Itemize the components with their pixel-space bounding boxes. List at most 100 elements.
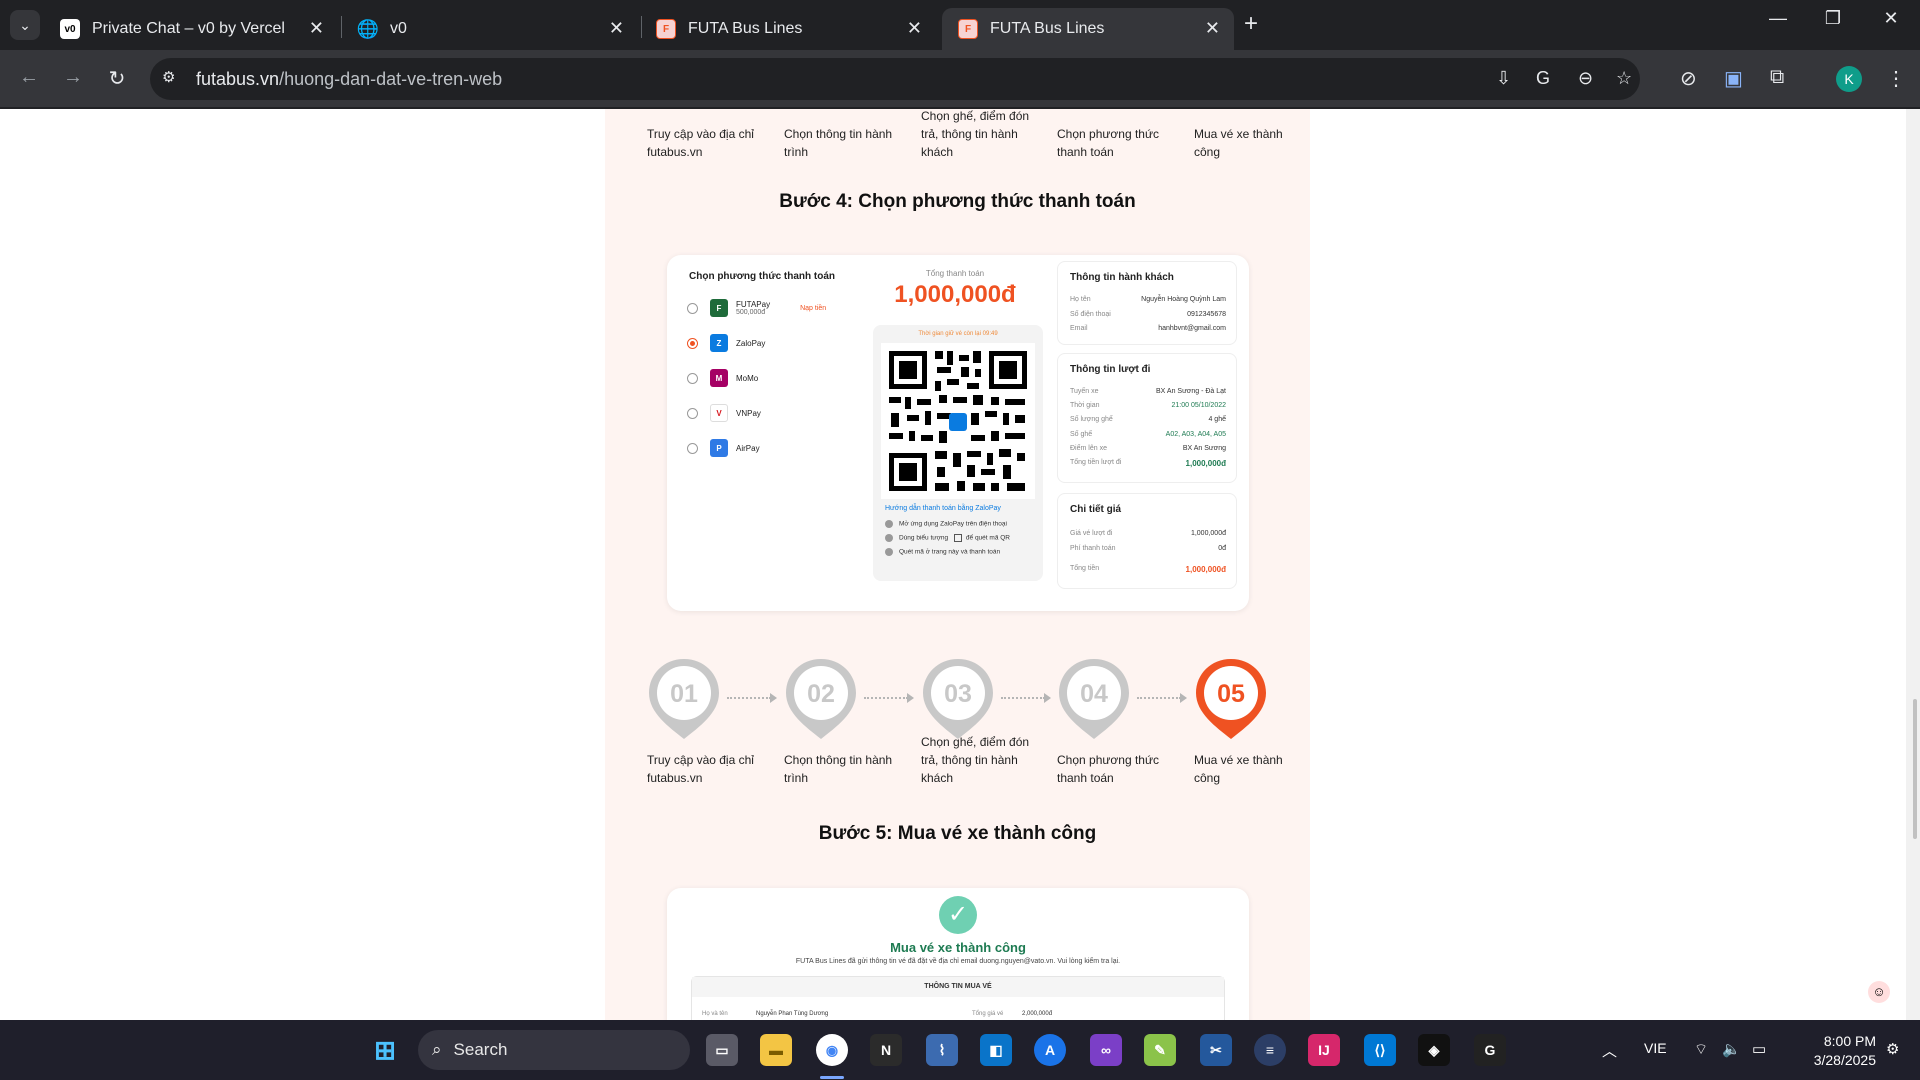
tab-futa-1[interactable]: F FUTA Bus Lines ✕: [640, 8, 936, 50]
info-row: Tổng tiền 1,000,000đ: [1070, 565, 1226, 574]
tab-futa-active[interactable]: F FUTA Bus Lines ✕: [942, 8, 1234, 50]
box-title: Thông tin hành khách: [1070, 272, 1174, 283]
profile-avatar[interactable]: K: [1836, 66, 1862, 92]
language-indicator[interactable]: VIE: [1644, 1040, 1667, 1056]
page-scrollbar[interactable]: [1906, 109, 1920, 1020]
compass-extension-icon[interactable]: ⊘: [1680, 66, 1697, 91]
row-key: Tổng giá vé: [972, 1011, 1004, 1017]
futa-icon: F: [958, 19, 978, 39]
step-label: Mua vé xe thành công: [1194, 753, 1283, 785]
file-explorer-icon[interactable]: ▬: [760, 1034, 792, 1066]
chrome-icon[interactable]: ◉: [816, 1034, 848, 1066]
extensions-icon[interactable]: ⧉: [1770, 66, 1784, 89]
tab-v0[interactable]: 🌐 v0 ✕: [342, 8, 638, 50]
step-label: Truy cập vào địa chỉ futabus.vn: [647, 127, 754, 159]
success-message: FUTA Bus Lines đã gửi thông tin vé đã đặ…: [795, 958, 1121, 965]
step-label: Chọn thông tin hành trình: [784, 753, 893, 785]
show-hidden-icons[interactable]: ︿: [1602, 1040, 1617, 1061]
tab-private-chat[interactable]: v0 Private Chat – v0 by Vercel ✕: [44, 8, 338, 50]
step-label: Truy cập vào địa chỉ futabus.vn: [647, 753, 754, 785]
zalopay-icon: Z: [710, 334, 728, 352]
zoom-icon[interactable]: ⊖: [1578, 68, 1593, 89]
step-pin-04: 04: [1059, 659, 1129, 739]
install-app-icon[interactable]: ⇩: [1496, 68, 1511, 89]
unity-icon[interactable]: ◈: [1418, 1034, 1450, 1066]
eclipse-icon[interactable]: ≡: [1254, 1034, 1286, 1066]
app-store-icon[interactable]: A: [1034, 1034, 1066, 1066]
back-button[interactable]: ←: [14, 66, 44, 89]
translate-icon[interactable]: G: [1536, 68, 1550, 89]
bookmark-star-icon[interactable]: ☆: [1616, 68, 1632, 89]
reload-button[interactable]: ↻: [102, 66, 132, 91]
tab-title: FUTA Bus Lines: [990, 20, 1105, 37]
close-icon[interactable]: ✕: [609, 18, 624, 39]
payment-balance: 500,000đ: [736, 309, 766, 316]
site-info-icon[interactable]: ⚙: [162, 68, 184, 90]
translate-extension-icon[interactable]: ▣: [1724, 66, 1743, 91]
payment-option-vnpay[interactable]: V VNPay: [687, 402, 761, 424]
row-value: 2,000,000đ: [1022, 1011, 1053, 1017]
windows-taskbar: ⊞ ⌕ Search ▭ ▬ ◉ N ⌇ ◧ A ∞ ✎ ✂ ≡ IJ ⟨⟩ ◈…: [0, 1020, 1920, 1080]
payment-option-momo[interactable]: M MoMo: [687, 367, 758, 389]
info-row: Số điện thoại 0912345678: [1070, 311, 1226, 318]
windows-start-icon[interactable]: ⊞: [369, 1034, 401, 1066]
page-viewport: Truy cập vào địa chỉ futabus.vn Chọn thô…: [0, 109, 1920, 1020]
address-bar[interactable]: ⚙ futabus.vn/huong-dan-dat-ve-tren-web ⇩…: [150, 58, 1640, 100]
radio[interactable]: [687, 372, 698, 384]
step4-heading: Bước 4: Chọn phương thức thanh toán: [779, 191, 1136, 212]
wifi-icon[interactable]: ⌔: [1694, 1040, 1708, 1059]
intellij-icon[interactable]: IJ: [1308, 1034, 1340, 1066]
radio[interactable]: [687, 302, 698, 314]
close-icon[interactable]: ✕: [309, 18, 324, 39]
v0-icon: v0: [60, 19, 80, 39]
url-host: futabus.vn: [196, 69, 280, 89]
step-pin-05-active: 05: [1196, 659, 1266, 739]
task-view-icon[interactable]: ▭: [706, 1034, 738, 1066]
notion-icon[interactable]: N: [870, 1034, 902, 1066]
window-close-button[interactable]: ✕: [1871, 8, 1911, 29]
taskbar-search[interactable]: ⌕ Search: [418, 1030, 690, 1070]
close-icon[interactable]: ✕: [1205, 18, 1220, 39]
airpay-icon: P: [710, 439, 728, 457]
logitech-icon[interactable]: G: [1474, 1034, 1506, 1066]
step-connector: [1001, 697, 1045, 699]
vscode-icon[interactable]: ⟨⟩: [1364, 1034, 1396, 1066]
restore-button[interactable]: ❐: [1813, 8, 1853, 29]
visual-studio-icon[interactable]: ∞: [1090, 1034, 1122, 1066]
tab-title: v0: [390, 20, 407, 37]
new-tab-button[interactable]: +: [1244, 10, 1258, 38]
battery-icon[interactable]: ▭: [1752, 1040, 1766, 1058]
forward-button[interactable]: →: [58, 66, 88, 89]
volume-icon[interactable]: 🔈: [1722, 1040, 1741, 1058]
chat-widget-icon[interactable]: ☺: [1868, 981, 1890, 1003]
radio-selected[interactable]: [687, 337, 698, 349]
time: 8:00 PM: [1823, 1033, 1876, 1049]
payment-option-zalopay[interactable]: Z ZaloPay: [687, 332, 765, 354]
step-label: Chọn ghế, điểm đón trả, thông tin hành k…: [921, 735, 1030, 785]
radio[interactable]: [687, 407, 698, 419]
paint-app-icon[interactable]: ✎: [1144, 1034, 1176, 1066]
arrow-icon: [1180, 693, 1187, 703]
arrow-icon: [1044, 693, 1051, 703]
url-text[interactable]: futabus.vn/huong-dan-dat-ve-tren-web: [196, 69, 502, 90]
payment-option-futapay[interactable]: F FUTAPay 500,000đ Nạp tiền: [687, 297, 826, 319]
info-row: Tổng tiền lượt đi 1,000,000đ: [1070, 459, 1226, 468]
scroll-thumb[interactable]: [1913, 699, 1917, 839]
table-title: THÔNG TIN MUA VÉ: [692, 977, 1224, 997]
remote-desktop-icon[interactable]: ◧: [980, 1034, 1012, 1066]
monitor-app-icon[interactable]: ⌇: [926, 1034, 958, 1066]
notification-icon[interactable]: ⚙: [1886, 1040, 1899, 1058]
tab-search-button[interactable]: ⌄: [10, 10, 40, 40]
clock[interactable]: 8:00 PM 3/28/2025: [1796, 1032, 1876, 1070]
close-icon[interactable]: ✕: [907, 18, 922, 39]
payment-option-airpay[interactable]: P AirPay: [687, 437, 760, 459]
passenger-info-box: Thông tin hành khách Họ tên Nguyễn Hoàng …: [1057, 261, 1237, 345]
browser-menu-icon[interactable]: ⋮: [1886, 66, 1906, 91]
trip-info-box: Thông tin lượt đi Tuyến xe BX An Sương - …: [1057, 353, 1237, 483]
minimize-button[interactable]: —: [1758, 8, 1798, 29]
topup-link[interactable]: Nạp tiền: [800, 305, 826, 312]
content-column: Truy cập vào địa chỉ futabus.vn Chọn thô…: [605, 109, 1310, 1020]
radio[interactable]: [687, 442, 698, 454]
payment-name: ZaloPay: [736, 338, 766, 348]
snipping-icon[interactable]: ✂: [1200, 1034, 1232, 1066]
